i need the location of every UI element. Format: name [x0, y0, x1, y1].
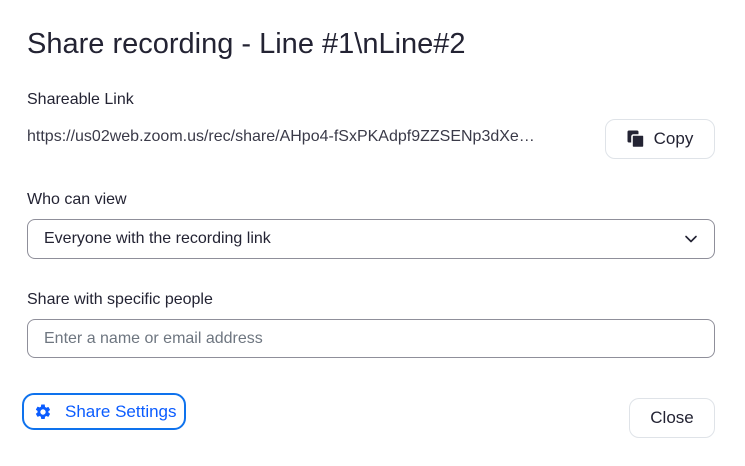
share-with-people-label: Share with specific people [27, 291, 213, 308]
who-can-view-label: Who can view [27, 191, 127, 208]
who-can-view-selected-value: Everyone with the recording link [44, 230, 271, 247]
gear-icon [34, 403, 52, 421]
close-button-label: Close [650, 408, 694, 427]
people-search-input[interactable] [27, 319, 715, 358]
who-can-view-select[interactable]: Everyone with the recording link [27, 219, 715, 259]
close-button[interactable]: Close [629, 398, 715, 438]
chevron-down-icon [684, 232, 698, 246]
copy-button[interactable]: Copy [605, 119, 715, 159]
share-recording-dialog: Share recording - Line #1\nLine#2 Sharea… [0, 0, 745, 466]
dialog-title: Share recording - Line #1\nLine#2 [27, 28, 466, 60]
shareable-link-label: Shareable Link [27, 91, 134, 108]
share-settings-button[interactable]: Share Settings [22, 393, 186, 430]
share-settings-label: Share Settings [65, 401, 177, 421]
shareable-link-url: https://us02web.zoom.us/rec/share/AHpo4-… [27, 128, 535, 145]
copy-button-label: Copy [653, 129, 694, 148]
copy-icon [627, 130, 645, 149]
